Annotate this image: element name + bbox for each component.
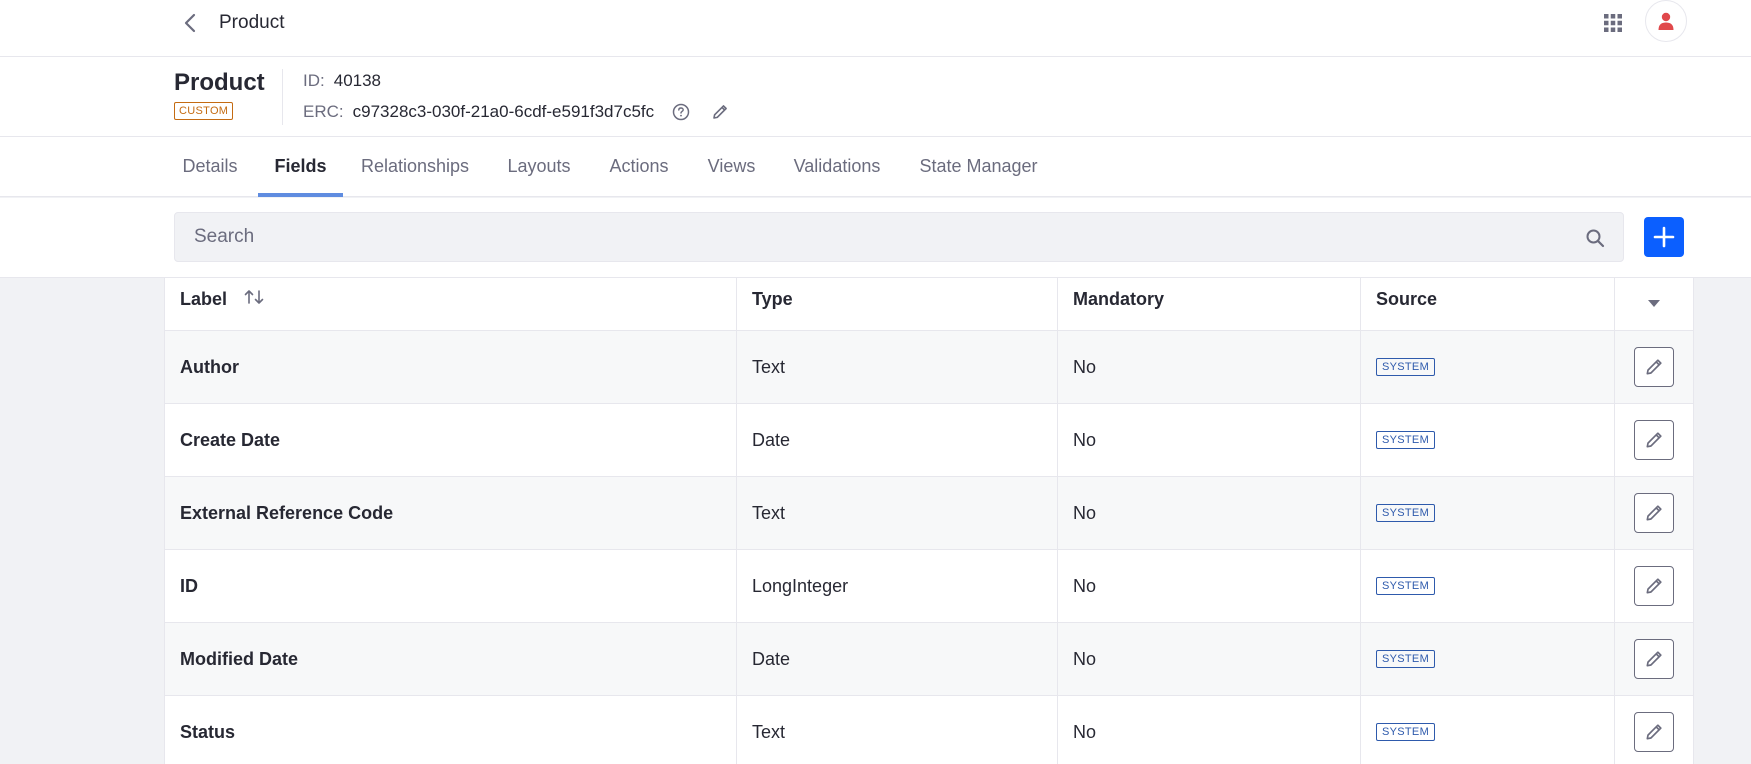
user-icon [1658,12,1674,30]
grid-icon [1604,14,1622,32]
system-badge: SYSTEM [1376,577,1436,595]
apps-button[interactable] [1598,8,1628,38]
row-actions [1615,550,1693,622]
system-badge: SYSTEM [1376,504,1436,522]
table-row: Status Text No SYSTEM [165,696,1693,764]
system-badge: SYSTEM [1376,723,1436,741]
field-source: SYSTEM [1361,477,1615,549]
object-title: Product [174,69,265,96]
column-header-label-text: Label [180,289,228,309]
add-field-button[interactable] [1644,217,1684,257]
edit-row-button[interactable] [1634,566,1674,606]
edit-row-button[interactable] [1634,420,1674,460]
field-type: LongInteger [737,550,1058,622]
tab-state-manager[interactable]: State Manager [915,137,1042,197]
plus-icon [1653,226,1675,248]
pencil-icon [1646,724,1662,740]
fields-table: Label Type Mandatory Source Author Text … [164,278,1694,764]
edit-erc-pencil-icon[interactable] [710,102,730,122]
tab-layouts[interactable]: Layouts [503,137,575,197]
row-actions [1615,696,1693,764]
column-header-source: Source [1361,278,1615,330]
tab-actions[interactable]: Actions [604,137,674,197]
row-actions [1615,404,1693,476]
table-row: Create Date Date No SYSTEM [165,404,1693,477]
field-type: Text [737,477,1058,549]
pencil-icon [1646,359,1662,375]
header-divider [282,69,283,125]
table-row: ID LongInteger No SYSTEM [165,550,1693,623]
top-bar: Product [0,0,1751,57]
pencil-icon [1646,578,1662,594]
erc-line: ERC: c97328c3-030f-21a0-6cdf-e591f3d7c5f… [303,102,730,122]
field-mandatory: No [1058,331,1361,403]
id-line: ID: 40138 [303,71,381,91]
back-button[interactable] [176,9,204,37]
column-header-type: Type [737,278,1058,330]
field-mandatory: No [1058,477,1361,549]
table-row: Modified Date Date No SYSTEM [165,623,1693,696]
table-row: Author Text No SYSTEM [165,331,1693,404]
id-label: ID: [303,71,325,90]
field-label: Status [165,696,737,764]
edit-row-button[interactable] [1634,493,1674,533]
field-type: Date [737,404,1058,476]
caret-down-icon[interactable] [1644,294,1664,314]
field-type: Text [737,331,1058,403]
edit-row-button[interactable] [1634,639,1674,679]
system-badge: SYSTEM [1376,650,1436,668]
field-source: SYSTEM [1361,696,1615,764]
field-label: External Reference Code [165,477,737,549]
page-title: Product [219,12,285,33]
row-actions [1615,623,1693,695]
question-circle-icon[interactable] [672,103,690,121]
tab-fields[interactable]: Fields [258,137,343,197]
erc-label: ERC: [303,102,344,121]
field-source: SYSTEM [1361,404,1615,476]
field-type: Date [737,623,1058,695]
tab-details[interactable]: Details [174,137,246,197]
row-actions [1615,331,1693,403]
field-label: Author [165,331,737,403]
field-mandatory: No [1058,550,1361,622]
search-input[interactable] [175,213,1623,261]
chevron-left-icon [184,13,196,33]
field-source: SYSTEM [1361,550,1615,622]
field-source: SYSTEM [1361,331,1615,403]
pencil-icon [1646,651,1662,667]
search-box [174,212,1624,262]
tab-views[interactable]: Views [704,137,759,197]
field-type: Text [737,696,1058,764]
column-header-label[interactable]: Label [165,278,737,330]
tab-bar: Details Fields Relationships Layouts Act… [0,137,1751,197]
table-header-row: Label Type Mandatory Source [165,278,1693,331]
erc-value: c97328c3-030f-21a0-6cdf-e591f3d7c5fc [352,102,655,121]
field-label: Create Date [165,404,737,476]
object-header: Product CUSTOM ID: 40138 ERC: c97328c3-0… [0,57,1751,137]
field-mandatory: No [1058,623,1361,695]
field-source: SYSTEM [1361,623,1615,695]
edit-row-button[interactable] [1634,712,1674,752]
user-avatar-button[interactable] [1645,0,1687,42]
field-label: ID [165,550,737,622]
field-mandatory: No [1058,696,1361,764]
sort-icon[interactable] [243,289,265,305]
field-label: Modified Date [165,623,737,695]
row-actions [1615,477,1693,549]
system-badge: SYSTEM [1376,358,1436,376]
table-row: External Reference Code Text No SYSTEM [165,477,1693,550]
column-header-mandatory: Mandatory [1058,278,1361,330]
search-toolbar [0,198,1751,278]
edit-row-button[interactable] [1634,347,1674,387]
tab-validations[interactable]: Validations [789,137,885,197]
tab-relationships[interactable]: Relationships [357,137,473,197]
search-icon[interactable] [1585,228,1605,248]
pencil-icon [1646,432,1662,448]
system-badge: SYSTEM [1376,431,1436,449]
pencil-icon [1646,505,1662,521]
custom-badge: CUSTOM [174,102,234,120]
field-mandatory: No [1058,404,1361,476]
columns-menu [1615,278,1693,330]
id-value: 40138 [333,71,382,90]
